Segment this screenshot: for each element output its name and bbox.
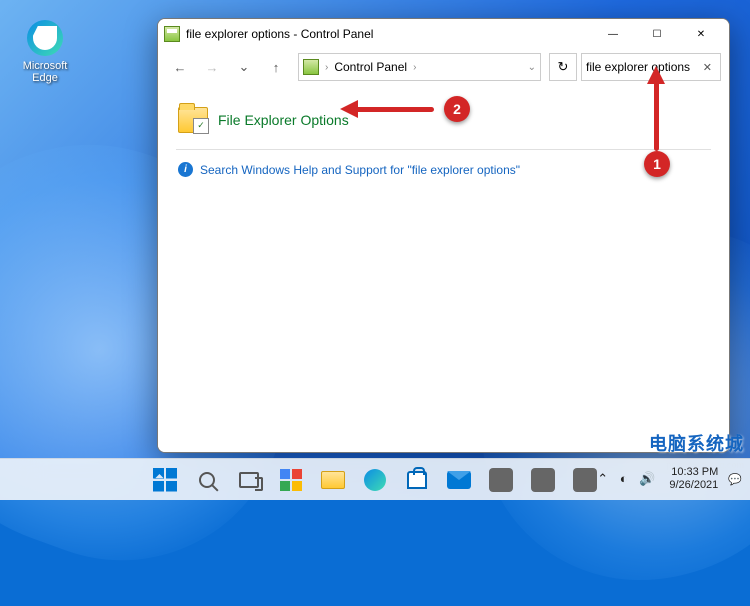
system-tray: ⌃ ◐ 🔊 10:33 PM 9/26/2021 💬 xyxy=(597,458,742,500)
app-icon xyxy=(531,468,555,492)
up-button[interactable]: ↑ xyxy=(262,53,290,81)
search-box[interactable]: ✕ xyxy=(581,53,721,81)
tray-status-icons[interactable]: ⌃ ◐ 🔊 xyxy=(597,471,659,487)
folder-options-icon xyxy=(178,107,208,133)
forward-button[interactable]: → xyxy=(198,53,226,81)
breadcrumb-root[interactable]: Control Panel xyxy=(334,60,407,74)
info-icon: i xyxy=(178,162,193,177)
tray-date: 9/26/2021 xyxy=(669,479,718,492)
minimize-button[interactable]: — xyxy=(591,19,635,49)
store-icon xyxy=(407,471,427,489)
result-title: File Explorer Options xyxy=(218,112,349,128)
close-button[interactable]: ✕ xyxy=(679,19,723,49)
content-area: File Explorer Options i Search Windows H… xyxy=(158,85,729,452)
taskbar-edge[interactable] xyxy=(356,461,394,499)
control-panel-window: file explorer options - Control Panel — … xyxy=(157,18,730,453)
taskbar: ⌃ ◐ 🔊 10:33 PM 9/26/2021 💬 xyxy=(0,458,750,500)
help-link-text: Search Windows Help and Support for "fil… xyxy=(200,163,520,177)
search-input[interactable] xyxy=(586,60,699,74)
app-icon xyxy=(573,468,597,492)
back-button[interactable]: ← xyxy=(166,53,194,81)
result-file-explorer-options[interactable]: File Explorer Options xyxy=(176,99,711,141)
taskbar-mail[interactable] xyxy=(440,461,478,499)
control-panel-icon xyxy=(164,26,180,42)
task-view-button[interactable] xyxy=(230,461,268,499)
task-view-icon xyxy=(239,472,259,488)
edge-icon xyxy=(27,20,63,56)
desktop-icon-edge[interactable]: Microsoft Edge xyxy=(15,20,75,84)
address-icon xyxy=(303,59,319,75)
chevron-right-icon[interactable]: › xyxy=(413,62,416,73)
maximize-button[interactable]: ☐ xyxy=(635,19,679,49)
notifications-button[interactable]: 💬 xyxy=(728,473,742,486)
search-icon xyxy=(199,472,215,488)
widgets-icon xyxy=(280,469,302,491)
desktop-icon-label: Microsoft Edge xyxy=(15,60,75,84)
taskbar-search[interactable] xyxy=(188,461,226,499)
refresh-button[interactable]: ↻ xyxy=(549,53,577,81)
chevron-right-icon[interactable]: › xyxy=(325,62,328,73)
separator xyxy=(176,149,711,150)
watermark: 电脑系统城 xyxy=(649,430,744,456)
navigation-bar: ← → ⌄ ↑ › Control Panel › ⌄ ↻ ✕ xyxy=(158,49,729,85)
clear-search-icon[interactable]: ✕ xyxy=(699,61,716,74)
search-help-link[interactable]: i Search Windows Help and Support for "f… xyxy=(176,158,711,181)
edge-icon xyxy=(364,469,386,491)
window-title: file explorer options - Control Panel xyxy=(186,27,591,41)
taskbar-explorer[interactable] xyxy=(314,461,352,499)
start-button[interactable] xyxy=(146,461,184,499)
windows-icon xyxy=(153,468,177,492)
mail-icon xyxy=(447,471,471,489)
tray-clock[interactable]: 10:33 PM 9/26/2021 xyxy=(669,466,718,492)
recent-dropdown[interactable]: ⌄ xyxy=(230,53,258,81)
taskbar-app2[interactable] xyxy=(524,461,562,499)
address-dropdown-icon[interactable]: ⌄ xyxy=(528,62,536,73)
app-icon xyxy=(489,468,513,492)
taskbar-store[interactable] xyxy=(398,461,436,499)
folder-icon xyxy=(321,471,345,489)
address-bar[interactable]: › Control Panel › ⌄ xyxy=(298,53,541,81)
titlebar[interactable]: file explorer options - Control Panel — … xyxy=(158,19,729,49)
widgets-button[interactable] xyxy=(272,461,310,499)
taskbar-app1[interactable] xyxy=(482,461,520,499)
tray-time: 10:33 PM xyxy=(669,466,718,479)
